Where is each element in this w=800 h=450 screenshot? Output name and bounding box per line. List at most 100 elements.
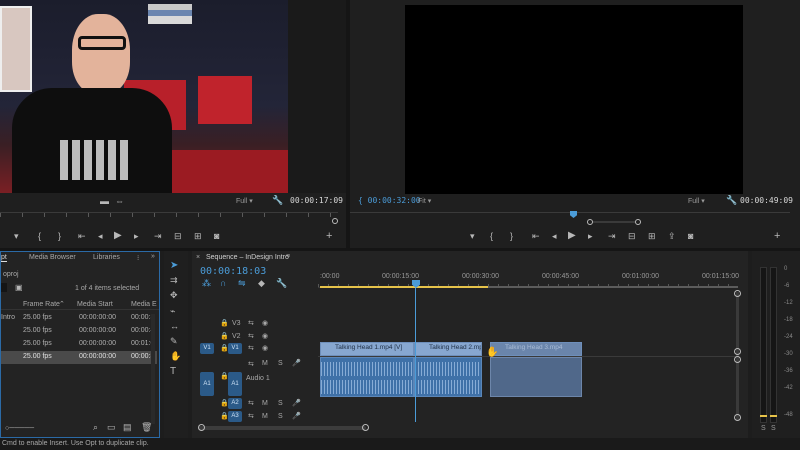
timeline-scroll-end[interactable] [362,424,369,431]
track-lock-icon[interactable]: 🔒 [220,332,229,340]
table-row[interactable]: 25.00 fps 00:00:00:00 00:01:0 [1,338,157,351]
mark-in-icon[interactable]: ▾ [14,232,19,241]
sync-lock-icon[interactable]: ⇆ [248,360,254,368]
magnet-icon[interactable]: ∩ [220,279,226,288]
clip-talking-head-1-audio[interactable] [320,357,414,397]
ripple-edit-tool-icon[interactable]: ✥ [170,291,178,300]
zoom-slider-icon[interactable]: ○───── [5,424,34,433]
source-ruler-end[interactable] [332,218,338,224]
slip-tool-icon[interactable]: ↔ [170,322,179,331]
table-row[interactable]: Intro 25.00 fps 00:00:00:00 00:00:3 [1,312,157,325]
timeline-scroll-start[interactable] [198,424,205,431]
frame-forward-icon[interactable]: ▸ [134,232,139,241]
new-item-icon[interactable]: ▤ [123,423,132,432]
frame-forward-icon[interactable]: ▸ [588,232,593,241]
tab-media-browser[interactable]: Media Browser [29,254,76,261]
source-zoom-select[interactable]: Full ▾ [236,197,253,205]
razor-tool-icon[interactable]: ⌁ [170,307,175,316]
col-media-start[interactable]: Media Start [77,301,113,308]
frame-back-icon[interactable]: ◂ [552,232,557,241]
source-ruler[interactable] [0,212,338,222]
track-v2[interactable]: 🔒 V2 ⇆ ◉ [196,331,318,343]
playhead-timecode[interactable]: 00:00:18:03 [200,266,266,277]
sync-lock-icon[interactable]: ⇆ [248,332,254,340]
source-patch-a1[interactable]: A1 [200,372,214,396]
linked-selection-icon[interactable]: ⇋ [238,279,246,288]
solo-left-button[interactable]: S [761,425,766,432]
tab-project[interactable]: pt [1,254,7,262]
project-scrollbar[interactable] [151,314,155,424]
program-range-end[interactable] [635,219,641,225]
eye-icon[interactable]: ◉ [262,344,268,352]
track-target-v1[interactable]: V1 [228,343,242,354]
source-video-frame[interactable] [0,0,288,193]
new-bin-icon[interactable]: ▣ [15,283,23,292]
frame-back-icon[interactable]: ◂ [98,232,103,241]
work-area-bar[interactable] [320,286,488,288]
table-row[interactable]: 25.00 fps 00:00:00:00 00:00:4 [1,325,157,338]
go-to-in-icon[interactable]: } [510,232,513,241]
marker-icon[interactable]: ◆ [258,279,265,288]
sync-lock-icon[interactable]: ⇆ [248,344,254,352]
step-forward-icon[interactable]: ⇥ [154,232,162,241]
wrench-icon[interactable]: 🔧 [276,279,287,288]
track-target-a2[interactable]: A2 [228,398,242,409]
track-lock-icon[interactable]: 🔒 [220,319,229,327]
project-search-field[interactable] [1,283,7,292]
wrench-icon[interactable]: 🔧 [272,196,283,205]
col-frame-rate[interactable]: Frame Rate [23,301,60,308]
track-v1[interactable]: V1 🔒 V1 ⇆ ◉ [196,343,318,355]
wrench-icon[interactable]: 🔧 [726,196,737,205]
add-button-icon[interactable]: + [774,231,780,242]
sort-asc-icon[interactable]: ⌃ [59,300,65,308]
track-target-a1[interactable]: A1 [228,372,242,396]
sync-lock-icon[interactable]: ⇆ [248,319,254,327]
v-scroll-handle[interactable] [734,356,741,363]
col-media-end[interactable]: Media E [131,301,157,308]
solo-button[interactable]: S [278,360,283,367]
table-row-selected[interactable]: 25.00 fps 00:00:00:00 00:00:3 [1,351,157,364]
mute-button[interactable]: M [262,413,268,420]
trash-icon[interactable]: 🗑 [141,423,152,432]
program-zoom-select[interactable]: Full ▾ [688,197,705,205]
work-area-end[interactable] [488,286,738,288]
tab-menu-icon[interactable]: ⁝ [137,254,139,262]
search-icon[interactable]: ⌕ [93,423,98,432]
add-button-icon[interactable]: + [326,231,332,242]
v-scroll-handle[interactable] [734,414,741,421]
export-icon[interactable]: ⇪ [668,232,676,241]
mark-in-icon[interactable]: ▾ [470,232,475,241]
program-video-frame[interactable] [405,5,743,194]
mark-out-icon[interactable]: { [490,232,493,241]
track-v3[interactable]: 🔒 V3 ⇆ ◉ [196,318,318,330]
track-a3[interactable]: 🔒 A3 ⇆ M S 🎤 [196,411,318,423]
settings-icon[interactable]: ▬ [100,197,109,206]
clip-talking-head-2-video[interactable]: Talking Head 2.mp4 [414,342,482,356]
pen-tool-icon[interactable]: ✎ [170,337,178,346]
eye-icon[interactable]: ◉ [262,319,268,327]
solo-right-button[interactable]: S [771,425,776,432]
v-scroll-handle[interactable] [734,290,741,297]
track-a2[interactable]: 🔒 A2 ⇆ M S 🎤 [196,398,318,410]
sync-lock-icon[interactable]: ⇆ [248,412,254,420]
clip-talking-head-2-audio[interactable] [414,357,482,397]
step-forward-icon[interactable]: ⇥ [608,232,616,241]
mic-icon[interactable]: 🎤 [292,399,301,407]
play-icon[interactable]: ▶ [568,231,576,241]
step-back-icon[interactable]: ⇤ [78,232,86,241]
panel-overflow-icon[interactable]: » [151,253,155,260]
selection-tool-icon[interactable]: ➤ [170,261,178,271]
track-target-a3[interactable]: A3 [228,411,242,422]
clip-talking-head-3-audio-ghost[interactable] [490,357,582,397]
timeline-tab-title[interactable]: Sequence – InDesign Intro [206,254,289,261]
v-scroll-handle[interactable] [734,348,741,355]
overwrite-icon[interactable]: ⊞ [194,232,202,241]
type-tool-icon[interactable]: T [170,367,176,377]
track-select-tool-icon[interactable]: ⇉ [170,276,178,285]
extract-icon[interactable]: ⊞ [648,232,656,241]
mark-out-icon[interactable]: { [38,232,41,241]
clip-talking-head-3-video[interactable]: Talking Head 3.mp4 [490,342,582,356]
export-frame-icon[interactable]: ⇔ [115,197,124,206]
hand-tool-icon[interactable]: ✋ [170,352,181,361]
camera-icon[interactable]: ◙ [214,232,219,241]
